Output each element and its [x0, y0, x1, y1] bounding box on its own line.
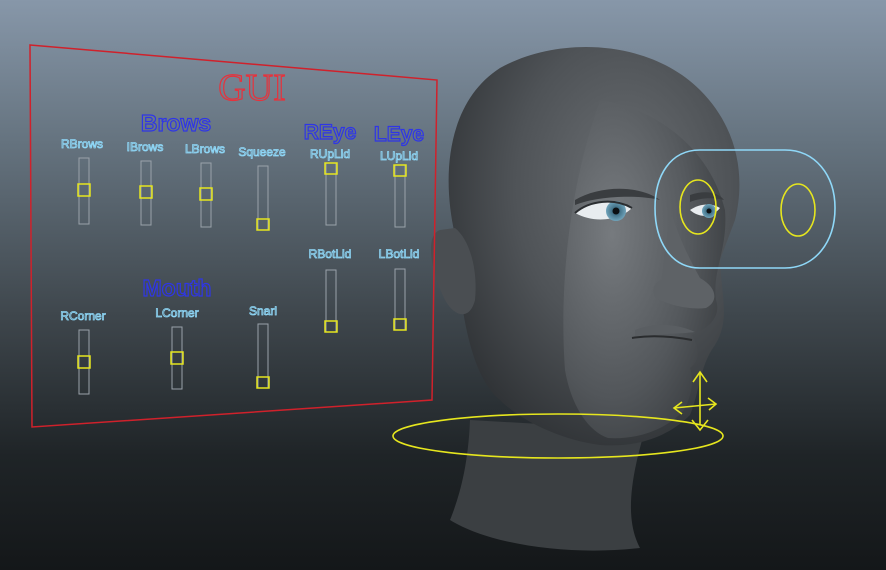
slider-label: RBotLid	[309, 247, 352, 261]
slider-label: RUpLid	[310, 147, 350, 161]
slider-squeeze[interactable]: Squeeze	[238, 145, 286, 231]
gui-title: GUI	[218, 67, 286, 109]
slider-track[interactable]	[200, 162, 212, 228]
slider-track[interactable]	[78, 157, 90, 225]
slider-label: Snarl	[249, 304, 277, 318]
slider-handle[interactable]	[324, 320, 338, 333]
gui-panel[interactable]: GUI Brows REye LEye Mouth RBrows IBrows …	[29, 44, 438, 428]
slider-track[interactable]	[325, 162, 337, 226]
slider-handle[interactable]	[324, 162, 338, 175]
slider-label: LBotLid	[379, 247, 420, 261]
slider-track[interactable]	[325, 269, 337, 333]
section-reye: REye	[304, 121, 357, 144]
slider-snarl[interactable]: Snarl	[249, 304, 277, 389]
slider-rcorner[interactable]: RCorner	[60, 309, 106, 395]
slider-lbrows[interactable]: LBrows	[185, 142, 225, 228]
slider-label: RBrows	[61, 137, 103, 151]
slider-label: Squeeze	[238, 145, 286, 159]
slider-label: LBrows	[185, 142, 225, 156]
slider-track[interactable]	[140, 160, 152, 226]
slider-ruplid[interactable]: RUpLid	[310, 147, 350, 226]
slider-label: IBrows	[127, 140, 164, 154]
section-leye: LEye	[374, 123, 424, 146]
slider-rbrows[interactable]: RBrows	[61, 137, 103, 225]
slider-handle[interactable]	[256, 218, 270, 231]
slider-track[interactable]	[257, 323, 269, 389]
slider-track[interactable]	[257, 165, 269, 231]
left-eye-aim-control[interactable]	[780, 183, 816, 237]
slider-label: RCorner	[60, 309, 105, 323]
section-brows: Brows	[141, 110, 211, 136]
slider-handle[interactable]	[393, 318, 407, 331]
slider-track[interactable]	[171, 326, 183, 390]
slider-handle[interactable]	[170, 351, 184, 365]
slider-track[interactable]	[394, 164, 406, 228]
slider-handle[interactable]	[77, 183, 91, 197]
slider-handle[interactable]	[199, 187, 213, 201]
slider-track[interactable]	[78, 329, 90, 395]
slider-handle[interactable]	[77, 355, 91, 369]
slider-lcorner[interactable]: LCorner	[155, 306, 199, 390]
slider-track[interactable]	[394, 268, 406, 331]
slider-handle[interactable]	[139, 185, 153, 199]
slider-lbotlid[interactable]: LBotLid	[378, 247, 420, 331]
slider-handle[interactable]	[393, 164, 407, 177]
slider-label: LCorner	[155, 306, 198, 320]
slider-label: LUpLid	[380, 149, 418, 163]
section-mouth: Mouth	[143, 275, 212, 301]
slider-ibrows[interactable]: IBrows	[126, 140, 164, 226]
head-model[interactable]	[430, 47, 740, 551]
maya-viewport[interactable]: GUI Brows REye LEye Mouth RBrows IBrows …	[0, 0, 886, 570]
slider-luplid[interactable]: LUpLid	[380, 149, 418, 228]
slider-handle[interactable]	[256, 376, 270, 389]
slider-rbotlid[interactable]: RBotLid	[308, 247, 352, 333]
